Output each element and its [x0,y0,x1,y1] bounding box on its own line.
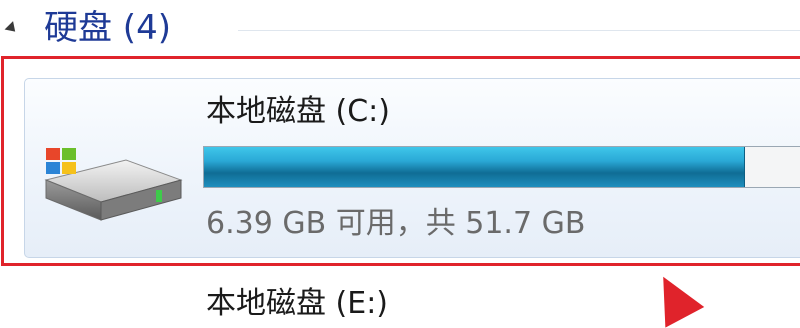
disk-usage-fill-c [204,147,746,187]
hard-drive-icon [44,148,183,221]
group-header[interactable]: 硬盘 (4) [0,0,800,56]
group-divider-line [238,30,800,31]
drive-name-e[interactable]: 本地磁盘 (E:) [206,284,388,324]
drive-space-text-c: 6.39 GB 可用，共 51.7 GB [206,206,586,241]
red-arrow-pointer [643,266,705,328]
group-title: 硬盘 (4) [44,8,171,48]
drive-name-c: 本地磁盘 (C:) [206,94,390,129]
disk-usage-bar-c [203,146,800,188]
collapse-arrow-icon[interactable] [4,21,20,36]
